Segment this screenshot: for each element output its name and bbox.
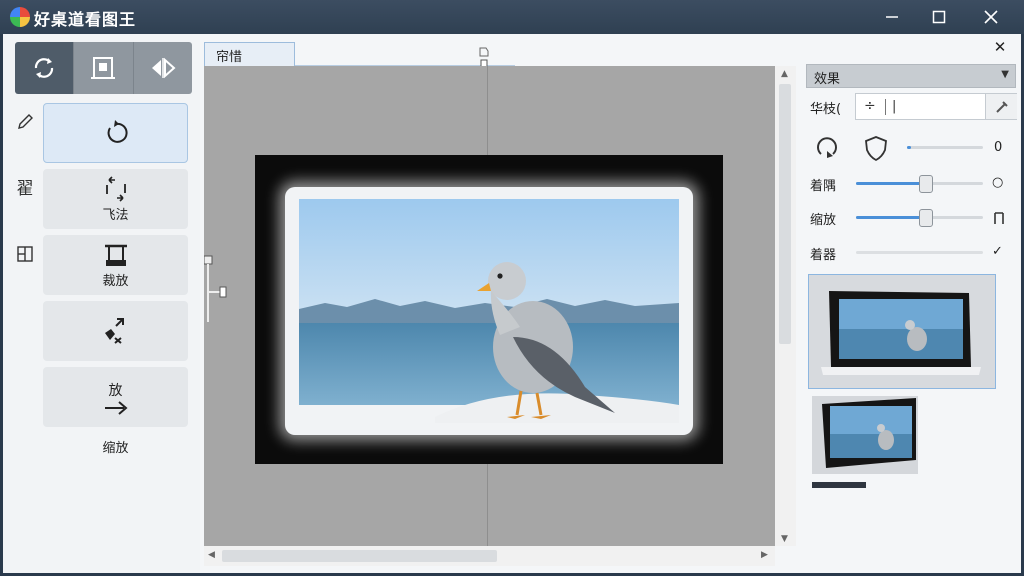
minimize-button[interactable] bbox=[868, 0, 916, 34]
maximize-icon bbox=[932, 10, 946, 24]
eyedropper-icon bbox=[995, 100, 1008, 113]
flip-icon bbox=[151, 57, 176, 79]
crop-tool-label: 裁放 bbox=[102, 273, 129, 289]
divide-icon: ÷ bbox=[864, 98, 876, 114]
slider-4-label: 着器 bbox=[810, 248, 837, 263]
slider-3-label: 缩放 bbox=[810, 213, 837, 228]
panel-close-button[interactable]: ✕ bbox=[990, 38, 1010, 58]
tab-canvas[interactable]: 帘惜 bbox=[204, 42, 295, 66]
image-viewport[interactable] bbox=[204, 66, 775, 546]
reset-icon[interactable] bbox=[813, 134, 841, 162]
eyedropper-button[interactable] bbox=[985, 94, 1017, 119]
slider-2[interactable] bbox=[856, 175, 983, 193]
input-separator bbox=[885, 99, 886, 115]
zoom-label: 缩放 bbox=[102, 441, 129, 456]
transform-icon bbox=[104, 318, 124, 344]
pencil-icon bbox=[18, 114, 33, 129]
app-logo-icon bbox=[10, 7, 30, 27]
crop-icon bbox=[104, 244, 127, 266]
bird-photo bbox=[299, 199, 679, 423]
scroll-left-icon[interactable]: ◀ bbox=[208, 550, 215, 560]
slider-1[interactable] bbox=[907, 139, 983, 155]
effect-dropdown-label: 效果 bbox=[814, 72, 841, 87]
horizontal-scroll-thumb[interactable] bbox=[222, 550, 497, 562]
app-frame: 翟 飞法 裁放 放 缩放 帘惜 ▲ ▼ ◀ ▶ ✕ 效果 ▼ 华枝(÷ | 0… bbox=[3, 34, 1021, 573]
effect-dropdown[interactable]: 效果 ▼ bbox=[806, 64, 1016, 88]
layout-icon bbox=[17, 246, 33, 262]
maximize-button[interactable] bbox=[915, 0, 963, 34]
arrow-tool-label: 放 bbox=[108, 383, 123, 399]
scroll-up-icon[interactable]: ▲ bbox=[781, 69, 788, 79]
input-value: | bbox=[892, 99, 897, 114]
slider-1-end: 0 bbox=[994, 140, 1003, 155]
tools-panel: 翟 飞法 裁放 放 缩放 bbox=[3, 34, 200, 573]
guide-side-handle[interactable] bbox=[204, 252, 228, 332]
scroll-right-icon[interactable]: ▶ bbox=[761, 550, 768, 560]
check-icon: ✓ bbox=[992, 244, 1003, 259]
dark-photo-frame bbox=[255, 155, 723, 464]
flip-tool-label: 飞法 bbox=[102, 207, 129, 223]
preview-thumbnail-1[interactable] bbox=[808, 274, 996, 389]
minimize-icon bbox=[886, 16, 898, 18]
arrow-tool-button[interactable]: 放 bbox=[43, 367, 188, 427]
close-button[interactable] bbox=[967, 0, 1015, 34]
flip-tool-button[interactable]: 飞法 bbox=[43, 169, 188, 229]
shield-icon[interactable] bbox=[862, 134, 890, 162]
tab-rotate[interactable] bbox=[15, 42, 75, 94]
rotate-icon bbox=[35, 58, 54, 78]
slider-2-label: 着隅 bbox=[810, 179, 837, 194]
thumbnail-image-2 bbox=[812, 396, 918, 474]
text-label-tool[interactable]: 翟 bbox=[14, 174, 36, 199]
value-input[interactable]: ÷ | bbox=[855, 93, 1017, 120]
chevron-down-icon: ▼ bbox=[1001, 69, 1009, 80]
properties-panel: ✕ 效果 ▼ 华枝( ÷ | 0 着隅 ○ 缩放 着器 ✓ bbox=[804, 34, 1021, 573]
canvas-area: 帘惜 ▲ ▼ ◀ ▶ bbox=[202, 34, 802, 573]
pencil-tool[interactable] bbox=[14, 110, 36, 134]
thumbnail-image-1 bbox=[809, 275, 995, 388]
preview-thumbnail-3[interactable] bbox=[812, 482, 866, 488]
photo-border bbox=[285, 187, 693, 435]
horizontal-scrollbar[interactable]: ◀ ▶ bbox=[204, 546, 775, 566]
lock-icon bbox=[994, 212, 1004, 224]
preview-thumbnail-2[interactable] bbox=[812, 396, 918, 474]
input-row-label: 华枝( bbox=[810, 102, 842, 117]
close-icon bbox=[984, 10, 998, 24]
tab-portrait[interactable] bbox=[74, 42, 134, 94]
vertical-scroll-thumb[interactable] bbox=[779, 84, 791, 344]
slider-2-end: ○ bbox=[992, 175, 1004, 190]
portrait-frame-icon bbox=[91, 57, 116, 79]
arrow-right-icon bbox=[104, 401, 128, 415]
mode-tabs bbox=[15, 42, 192, 94]
layout-tool[interactable] bbox=[14, 242, 36, 266]
slider-3[interactable] bbox=[856, 209, 983, 227]
scroll-down-icon[interactable]: ▼ bbox=[781, 534, 788, 544]
transform-tool-button[interactable] bbox=[43, 301, 188, 361]
rotate-button[interactable] bbox=[43, 103, 188, 163]
flip-arrows-icon bbox=[105, 175, 126, 202]
crop-tool-button[interactable]: 裁放 bbox=[43, 235, 188, 295]
app-title: 好桌道看图王 bbox=[34, 10, 137, 29]
vertical-scrollbar[interactable]: ▲ ▼ bbox=[775, 66, 796, 546]
slider-4[interactable] bbox=[856, 244, 983, 260]
tab-flip[interactable] bbox=[133, 42, 192, 94]
rotate-icon bbox=[107, 120, 128, 143]
title-bar: 好桌道看图王 bbox=[0, 0, 1024, 34]
